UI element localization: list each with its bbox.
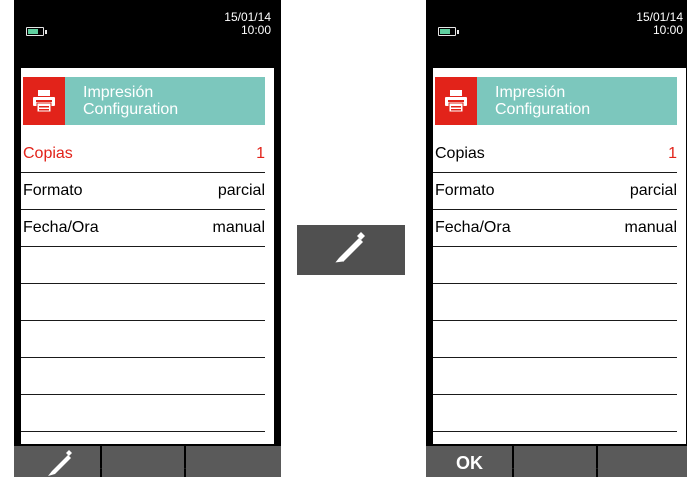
list-item-empty <box>433 247 677 284</box>
item-value: 1 <box>256 145 265 162</box>
pen-icon <box>48 450 72 476</box>
item-value: manual <box>212 219 265 236</box>
menu-title-line1: Impresión <box>495 84 566 101</box>
softkey-ok[interactable]: OK <box>426 446 512 477</box>
list-item-empty <box>21 284 265 321</box>
list-item-copias[interactable]: Copias 1 <box>433 136 677 173</box>
menu-panel: Impresión Configuration Copias 1 Formato… <box>21 68 274 469</box>
battery-icon <box>26 27 47 36</box>
printer-icon <box>23 77 65 125</box>
device-screen-left: 15/01/14 10:00 Impresión Configuration C… <box>14 0 281 477</box>
menu-title: Impresión Configuration <box>495 84 590 118</box>
date-time: 15/01/14 10:00 <box>224 11 271 37</box>
item-value: parcial <box>217 182 265 199</box>
item-value: manual <box>624 219 677 236</box>
softkey-3[interactable] <box>598 446 687 477</box>
device-screen-right: 15/01/14 10:00 Impresión Configuration C… <box>426 0 687 477</box>
ok-label: OK <box>456 453 483 473</box>
item-label: Formato <box>23 182 83 199</box>
item-label: Copias <box>23 145 73 162</box>
item-value-editing[interactable]: 1 <box>668 145 677 163</box>
list-item-empty <box>433 395 677 432</box>
list-item-fecha-ora[interactable]: Fecha/Ora manual <box>433 210 677 247</box>
item-label: Fecha/Ora <box>435 219 511 236</box>
softkey-2[interactable] <box>102 446 184 477</box>
status-bar: 15/01/14 10:00 <box>426 0 687 52</box>
list-item-empty <box>21 247 265 284</box>
softkey-2[interactable] <box>514 446 596 477</box>
status-bar: 15/01/14 10:00 <box>14 0 281 52</box>
menu-header: Impresión Configuration <box>23 77 265 125</box>
battery-icon <box>438 27 459 36</box>
item-label: Fecha/Ora <box>23 219 99 236</box>
list-item-formato[interactable]: Formato parcial <box>433 173 677 210</box>
list-item-empty <box>433 284 677 321</box>
time: 10:00 <box>240 23 271 37</box>
edit-action-indicator <box>297 225 405 275</box>
pen-icon <box>334 232 365 264</box>
item-value: parcial <box>629 182 677 199</box>
menu-title-line2: Configuration <box>83 101 179 118</box>
printer-icon <box>435 77 477 125</box>
list-item-empty <box>433 321 677 358</box>
softkey-bar: OK <box>426 446 687 477</box>
list-item-fecha-ora[interactable]: Fecha/Ora manual <box>21 210 265 247</box>
list-item-empty <box>433 358 677 395</box>
item-label: Formato <box>435 182 495 199</box>
softkey-3[interactable] <box>186 446 281 477</box>
date-time: 15/01/14 10:00 <box>636 11 683 37</box>
menu-panel: Impresión Configuration Copias 1 Formato… <box>433 68 686 469</box>
list-item-empty <box>21 321 265 358</box>
menu-header: Impresión Configuration <box>435 77 677 125</box>
list-item-formato[interactable]: Formato parcial <box>21 173 265 210</box>
softkey-edit[interactable] <box>14 446 100 477</box>
item-label: Copias <box>435 145 485 162</box>
menu-title-line1: Impresión <box>83 84 154 101</box>
list-item-empty <box>21 395 265 432</box>
list-item-copias[interactable]: Copias 1 <box>21 136 265 173</box>
list-item-empty <box>21 358 265 395</box>
time: 10:00 <box>652 23 683 37</box>
menu-title: Impresión Configuration <box>83 84 178 118</box>
menu-title-line2: Configuration <box>495 101 591 118</box>
softkey-bar <box>14 446 281 477</box>
